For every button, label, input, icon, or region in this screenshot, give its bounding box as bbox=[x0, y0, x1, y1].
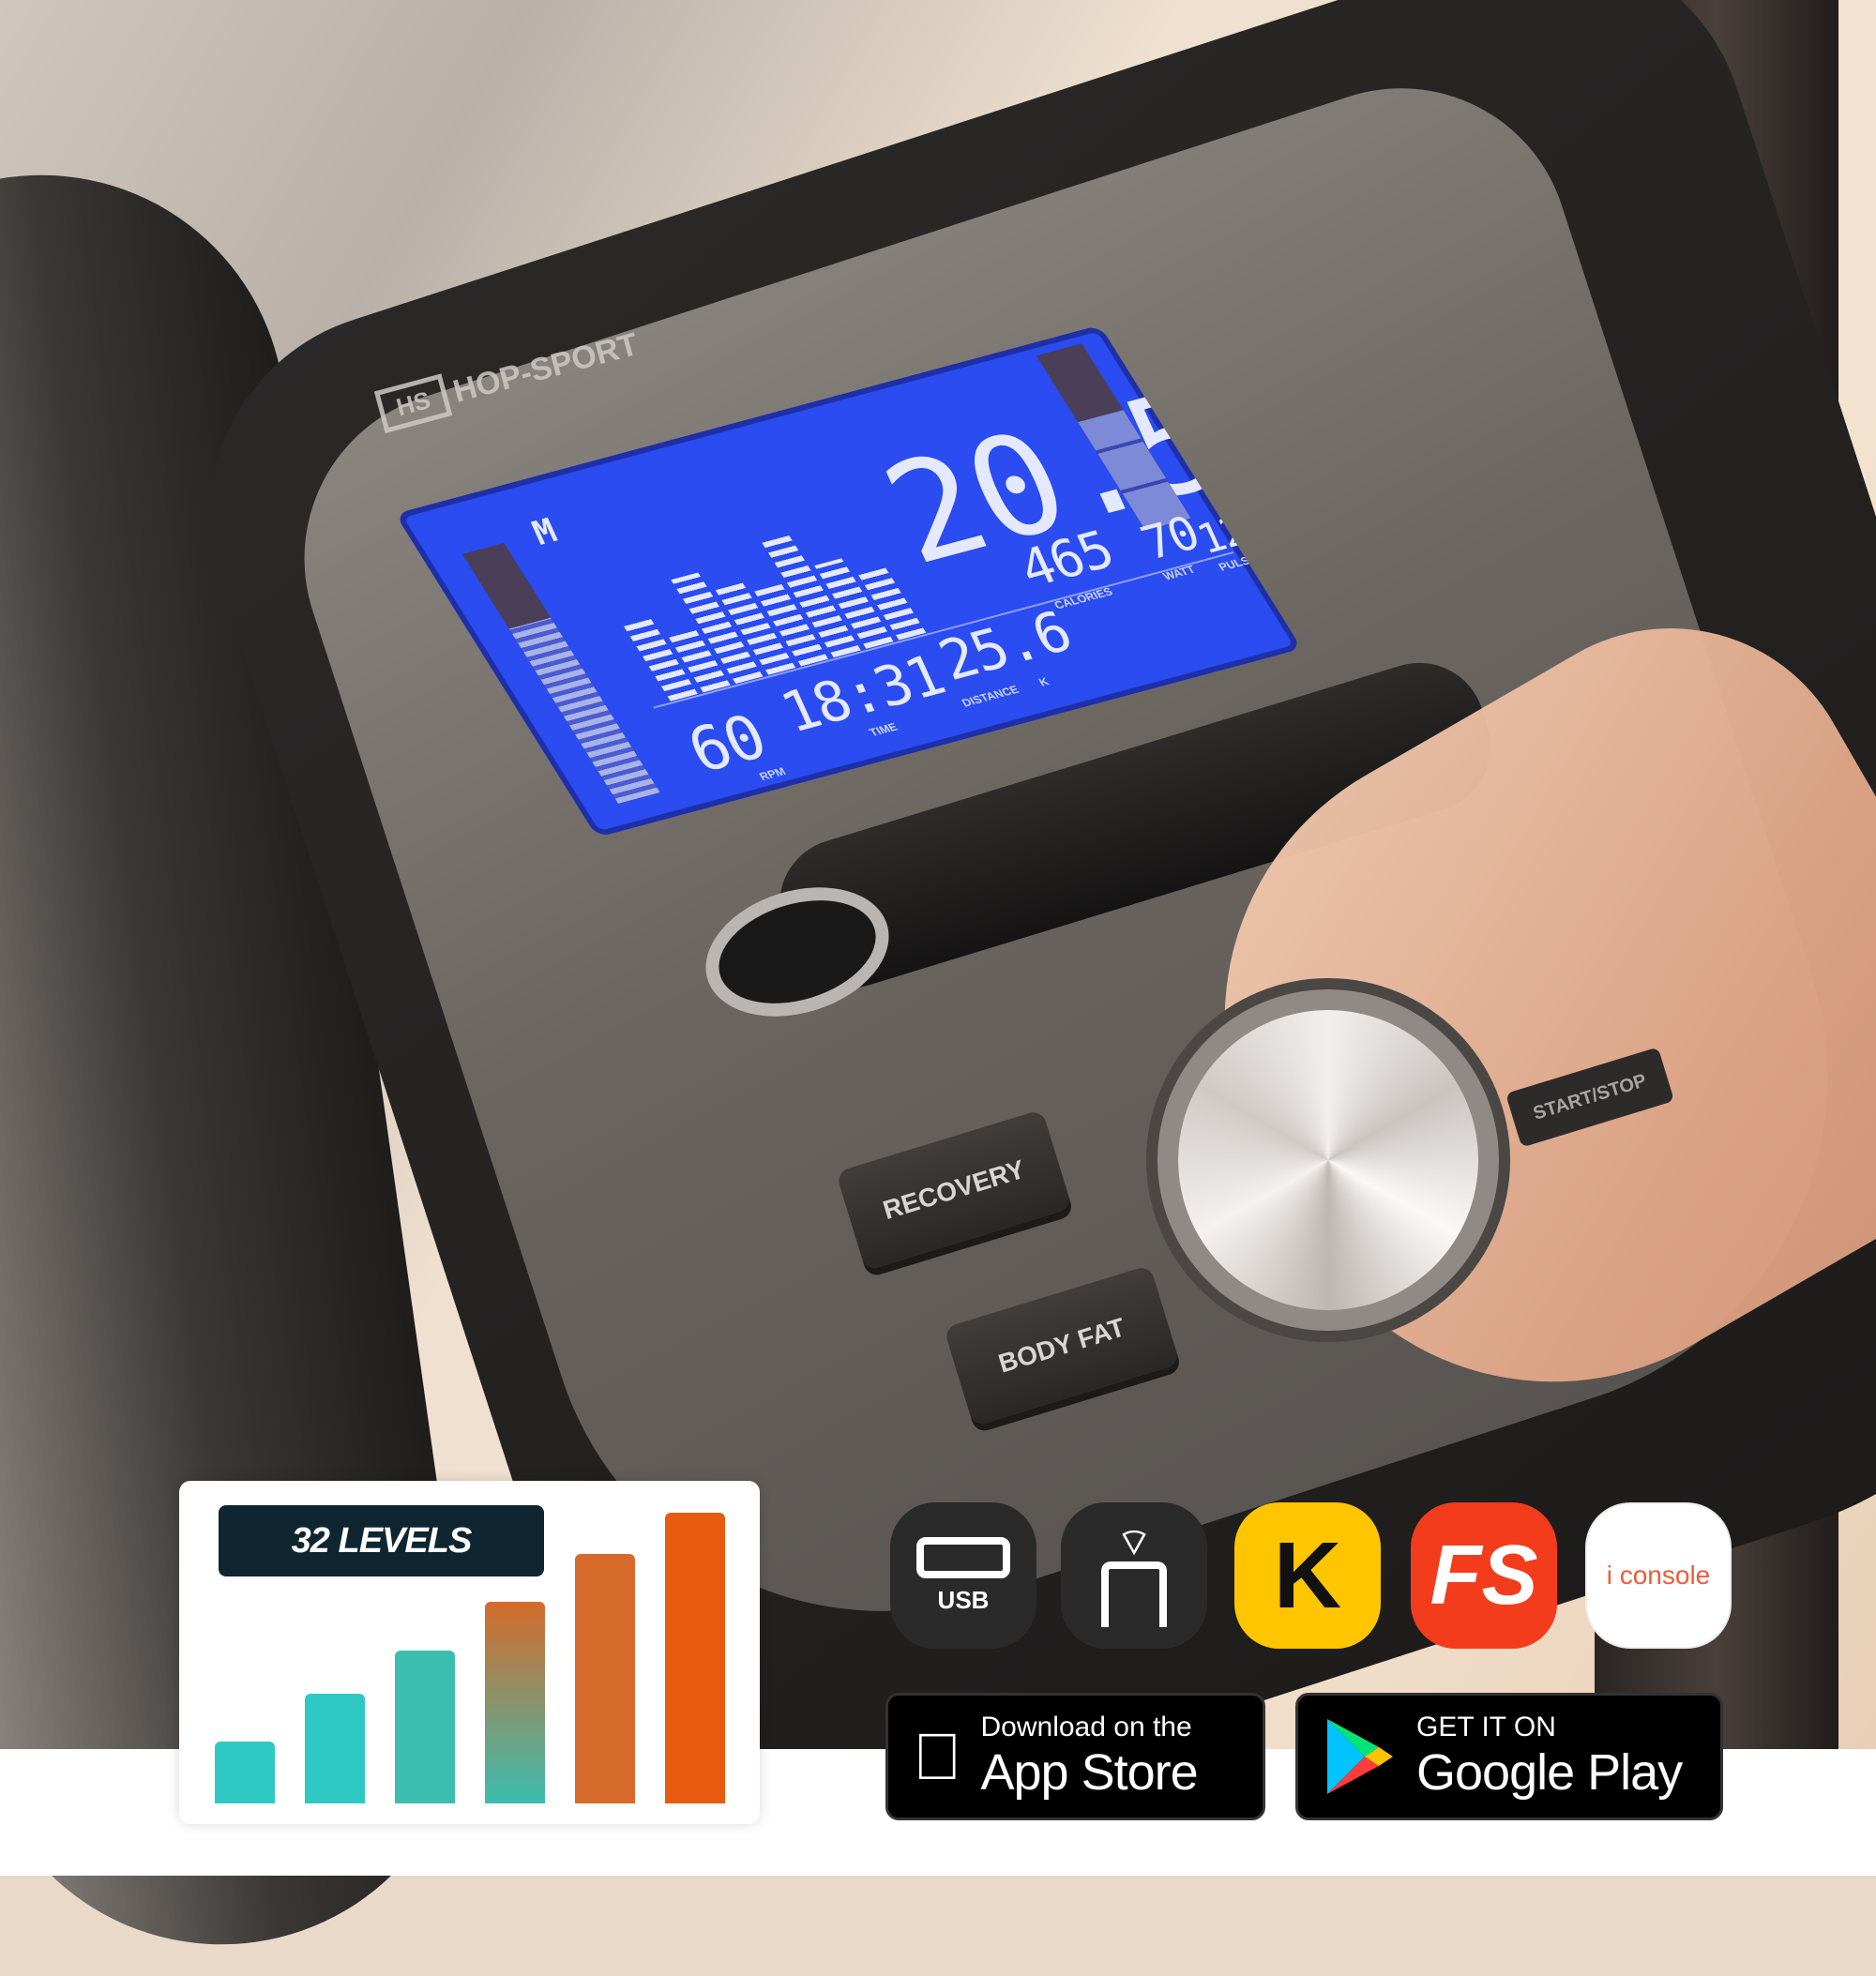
level-bar bbox=[305, 1694, 365, 1803]
level-bar bbox=[665, 1513, 725, 1803]
kinomap-icon: K bbox=[1234, 1502, 1381, 1649]
usb-label: USB bbox=[937, 1585, 990, 1614]
apple-icon:  bbox=[913, 1719, 962, 1794]
google-play-icon bbox=[1327, 1719, 1393, 1794]
distance-value: 25.6 bbox=[929, 599, 1081, 694]
levels-label: 32 LEVELS bbox=[219, 1505, 544, 1576]
app-store-badge[interactable]:  Download on the App Store bbox=[885, 1693, 1265, 1820]
iconsole-icon: i console bbox=[1585, 1502, 1732, 1649]
level-bar bbox=[215, 1742, 275, 1803]
distance-unit: K bbox=[1036, 674, 1051, 689]
control-knob[interactable] bbox=[1178, 1010, 1478, 1310]
level-bar bbox=[575, 1554, 635, 1803]
level-bar bbox=[485, 1602, 545, 1803]
usb-icon: USB bbox=[890, 1502, 1036, 1649]
levels-card: 32 LEVELS bbox=[179, 1481, 760, 1824]
app-store-line1: Download on the bbox=[931, 1712, 1192, 1742]
fs-app-icon: FS bbox=[1411, 1502, 1557, 1649]
google-play-line2: Google Play bbox=[1416, 1744, 1683, 1801]
level-bar bbox=[395, 1651, 455, 1803]
app-store-line2: App Store bbox=[931, 1744, 1199, 1801]
google-play-badge[interactable]: GET IT ON Google Play bbox=[1295, 1693, 1723, 1820]
google-play-line1: GET IT ON bbox=[1416, 1712, 1556, 1742]
bluetooth-console-icon: ⌔ bbox=[1061, 1502, 1207, 1649]
mode-indicator: M bbox=[526, 512, 562, 553]
